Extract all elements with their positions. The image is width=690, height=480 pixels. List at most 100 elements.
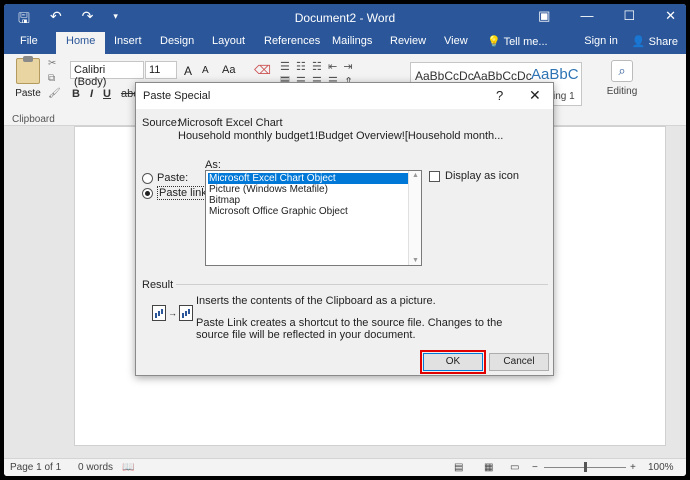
- account-area: Sign in 👤 Share: [584, 35, 678, 48]
- ribbon-display-icon[interactable]: ▣: [538, 8, 550, 24]
- zoom-in-button[interactable]: +: [630, 462, 636, 473]
- zoom-out-button[interactable]: −: [532, 462, 538, 473]
- arrow-icon: →: [168, 308, 177, 318]
- editing-label: Editing: [606, 86, 638, 97]
- proofing-icon[interactable]: 📖: [122, 462, 134, 473]
- style-normal[interactable]: AaBbCcDc: [415, 69, 474, 83]
- font-name-combo[interactable]: Calibri (Body): [70, 61, 144, 88]
- sign-in-link[interactable]: Sign in: [584, 35, 618, 48]
- list-item[interactable]: Microsoft Excel Chart Object: [208, 173, 408, 184]
- source-label: Source:: [142, 117, 180, 129]
- web-layout-icon[interactable]: ▭: [510, 462, 519, 473]
- display-as-icon-label: Display as icon: [445, 170, 519, 182]
- cut-icon[interactable]: ✂: [48, 58, 61, 69]
- style-heading-1-label: ing 1: [553, 91, 575, 102]
- change-case-button[interactable]: Aa: [222, 64, 235, 76]
- tab-design[interactable]: Design: [160, 35, 194, 47]
- tab-references[interactable]: References: [264, 35, 320, 47]
- editing-button[interactable]: ⌕ Editing: [600, 60, 644, 97]
- listbox-scrollbar[interactable]: ▲ ▼: [408, 171, 421, 265]
- shrink-font-button[interactable]: A: [202, 65, 209, 76]
- list-item[interactable]: Microsoft Office Graphic Object: [208, 206, 408, 217]
- read-mode-icon[interactable]: ▤: [454, 462, 463, 473]
- font-size-combo[interactable]: 11: [145, 61, 177, 79]
- dialog-title: Paste Special: [143, 90, 211, 102]
- paste-button[interactable]: Paste: [10, 56, 46, 99]
- tab-mailings[interactable]: Mailings: [332, 35, 372, 47]
- list-item[interactable]: Bitmap: [208, 195, 408, 206]
- tab-home[interactable]: Home: [56, 32, 106, 54]
- paste-link-radio[interactable]: [142, 187, 153, 199]
- font-format-row: B I U abc: [72, 88, 139, 100]
- help-icon[interactable]: ?: [496, 88, 503, 103]
- chart-document-icon: [152, 305, 166, 321]
- bold-button[interactable]: B: [72, 88, 80, 100]
- cancel-button[interactable]: Cancel: [489, 353, 549, 371]
- source-name: Microsoft Excel Chart: [178, 117, 283, 129]
- paste-radio[interactable]: [142, 172, 153, 184]
- decrease-indent-icon[interactable]: ⇤: [328, 61, 337, 73]
- format-painter-icon[interactable]: 🖌: [48, 88, 61, 99]
- paste-radio-label: Paste:: [157, 172, 189, 184]
- paste-radio-option[interactable]: Paste:: [142, 172, 188, 184]
- result-text-1: Inserts the contents of the Clipboard as…: [196, 295, 436, 307]
- minimize-icon[interactable]: —: [580, 8, 593, 24]
- share-button[interactable]: 👤 Share: [632, 35, 678, 48]
- tab-review[interactable]: Review: [390, 35, 426, 47]
- font-size-value: 11: [149, 64, 161, 76]
- clear-formatting-icon[interactable]: ⌫: [254, 63, 271, 77]
- tell-me-text: Tell me...: [503, 36, 548, 48]
- find-icon: ⌕: [611, 60, 633, 82]
- font-name-value: Calibri (Body): [74, 64, 107, 88]
- zoom-level[interactable]: 100%: [648, 462, 674, 473]
- tab-insert[interactable]: Insert: [114, 35, 142, 47]
- page-count[interactable]: Page 1 of 1: [10, 462, 61, 473]
- close-icon[interactable]: ✕: [529, 87, 541, 104]
- ok-button[interactable]: OK: [420, 350, 486, 374]
- paste-special-dialog: Paste Special ? ✕ Source: Microsoft Exce…: [135, 82, 554, 376]
- list-item[interactable]: Picture (Windows Metafile): [208, 184, 408, 195]
- status-bar: Page 1 of 1 0 words 📖 ▤ ▦ ▭ − + 100%: [4, 458, 686, 476]
- paste-label: Paste: [15, 88, 41, 99]
- person-icon: 👤: [631, 36, 646, 48]
- scroll-up-icon[interactable]: ▲: [412, 172, 419, 179]
- bullets-icon[interactable]: ☰: [280, 61, 290, 73]
- style-no-spacing[interactable]: AaBbCcDc: [473, 69, 532, 83]
- underline-button[interactable]: U: [103, 88, 111, 100]
- italic-button[interactable]: I: [90, 88, 93, 100]
- tab-view[interactable]: View: [444, 35, 468, 47]
- display-as-icon-option[interactable]: Display as icon: [429, 170, 519, 182]
- restore-icon[interactable]: ☐: [623, 8, 635, 24]
- copy-icon[interactable]: ⧉: [48, 73, 61, 84]
- lightbulb-icon: 💡: [487, 36, 501, 48]
- word-window: 🖫 ↶ ↷ ▾ Document2 - Word ▣ — ☐ ✕ File Ho…: [4, 4, 686, 476]
- title-bar: 🖫 ↶ ↷ ▾ Document2 - Word ▣ — ☐ ✕: [4, 4, 686, 30]
- display-as-icon-checkbox[interactable]: [429, 170, 440, 182]
- tab-file[interactable]: File: [20, 35, 38, 47]
- clipboard-group-label: Clipboard: [12, 114, 55, 125]
- ribbon-tabs: File Home Insert Design Layout Reference…: [4, 30, 686, 54]
- clipboard-icon: [16, 56, 40, 84]
- style-heading-1[interactable]: AaBbC: [531, 66, 579, 83]
- paste-link-radio-option[interactable]: Paste link:: [142, 186, 212, 200]
- paste-link-result-icon: →: [152, 305, 193, 321]
- paste-link-radio-label: Paste link:: [157, 186, 212, 200]
- grow-font-button[interactable]: A: [184, 64, 192, 78]
- numbering-icon[interactable]: ☷: [296, 61, 306, 73]
- source-path: Household monthly budget1!Budget Overvie…: [178, 130, 504, 142]
- result-label: Result: [142, 279, 174, 291]
- multilevel-icon[interactable]: ☵: [312, 61, 322, 73]
- increase-indent-icon[interactable]: ⇥: [343, 61, 352, 73]
- tell-me-box[interactable]: 💡 Tell me...: [487, 35, 548, 48]
- print-layout-icon[interactable]: ▦: [484, 462, 493, 473]
- window-controls: ▣ — ☐ ✕: [538, 8, 676, 24]
- as-listbox[interactable]: Microsoft Excel Chart Object Picture (Wi…: [205, 170, 422, 266]
- zoom-slider-thumb[interactable]: [584, 462, 587, 472]
- scroll-down-icon[interactable]: ▼: [412, 257, 419, 264]
- result-divider: [176, 284, 548, 285]
- chart-document-icon: [179, 305, 193, 321]
- tab-layout[interactable]: Layout: [212, 35, 245, 47]
- dialog-title-bar: Paste Special ? ✕: [136, 83, 553, 109]
- word-count[interactable]: 0 words: [78, 462, 113, 473]
- close-icon[interactable]: ✕: [665, 8, 676, 24]
